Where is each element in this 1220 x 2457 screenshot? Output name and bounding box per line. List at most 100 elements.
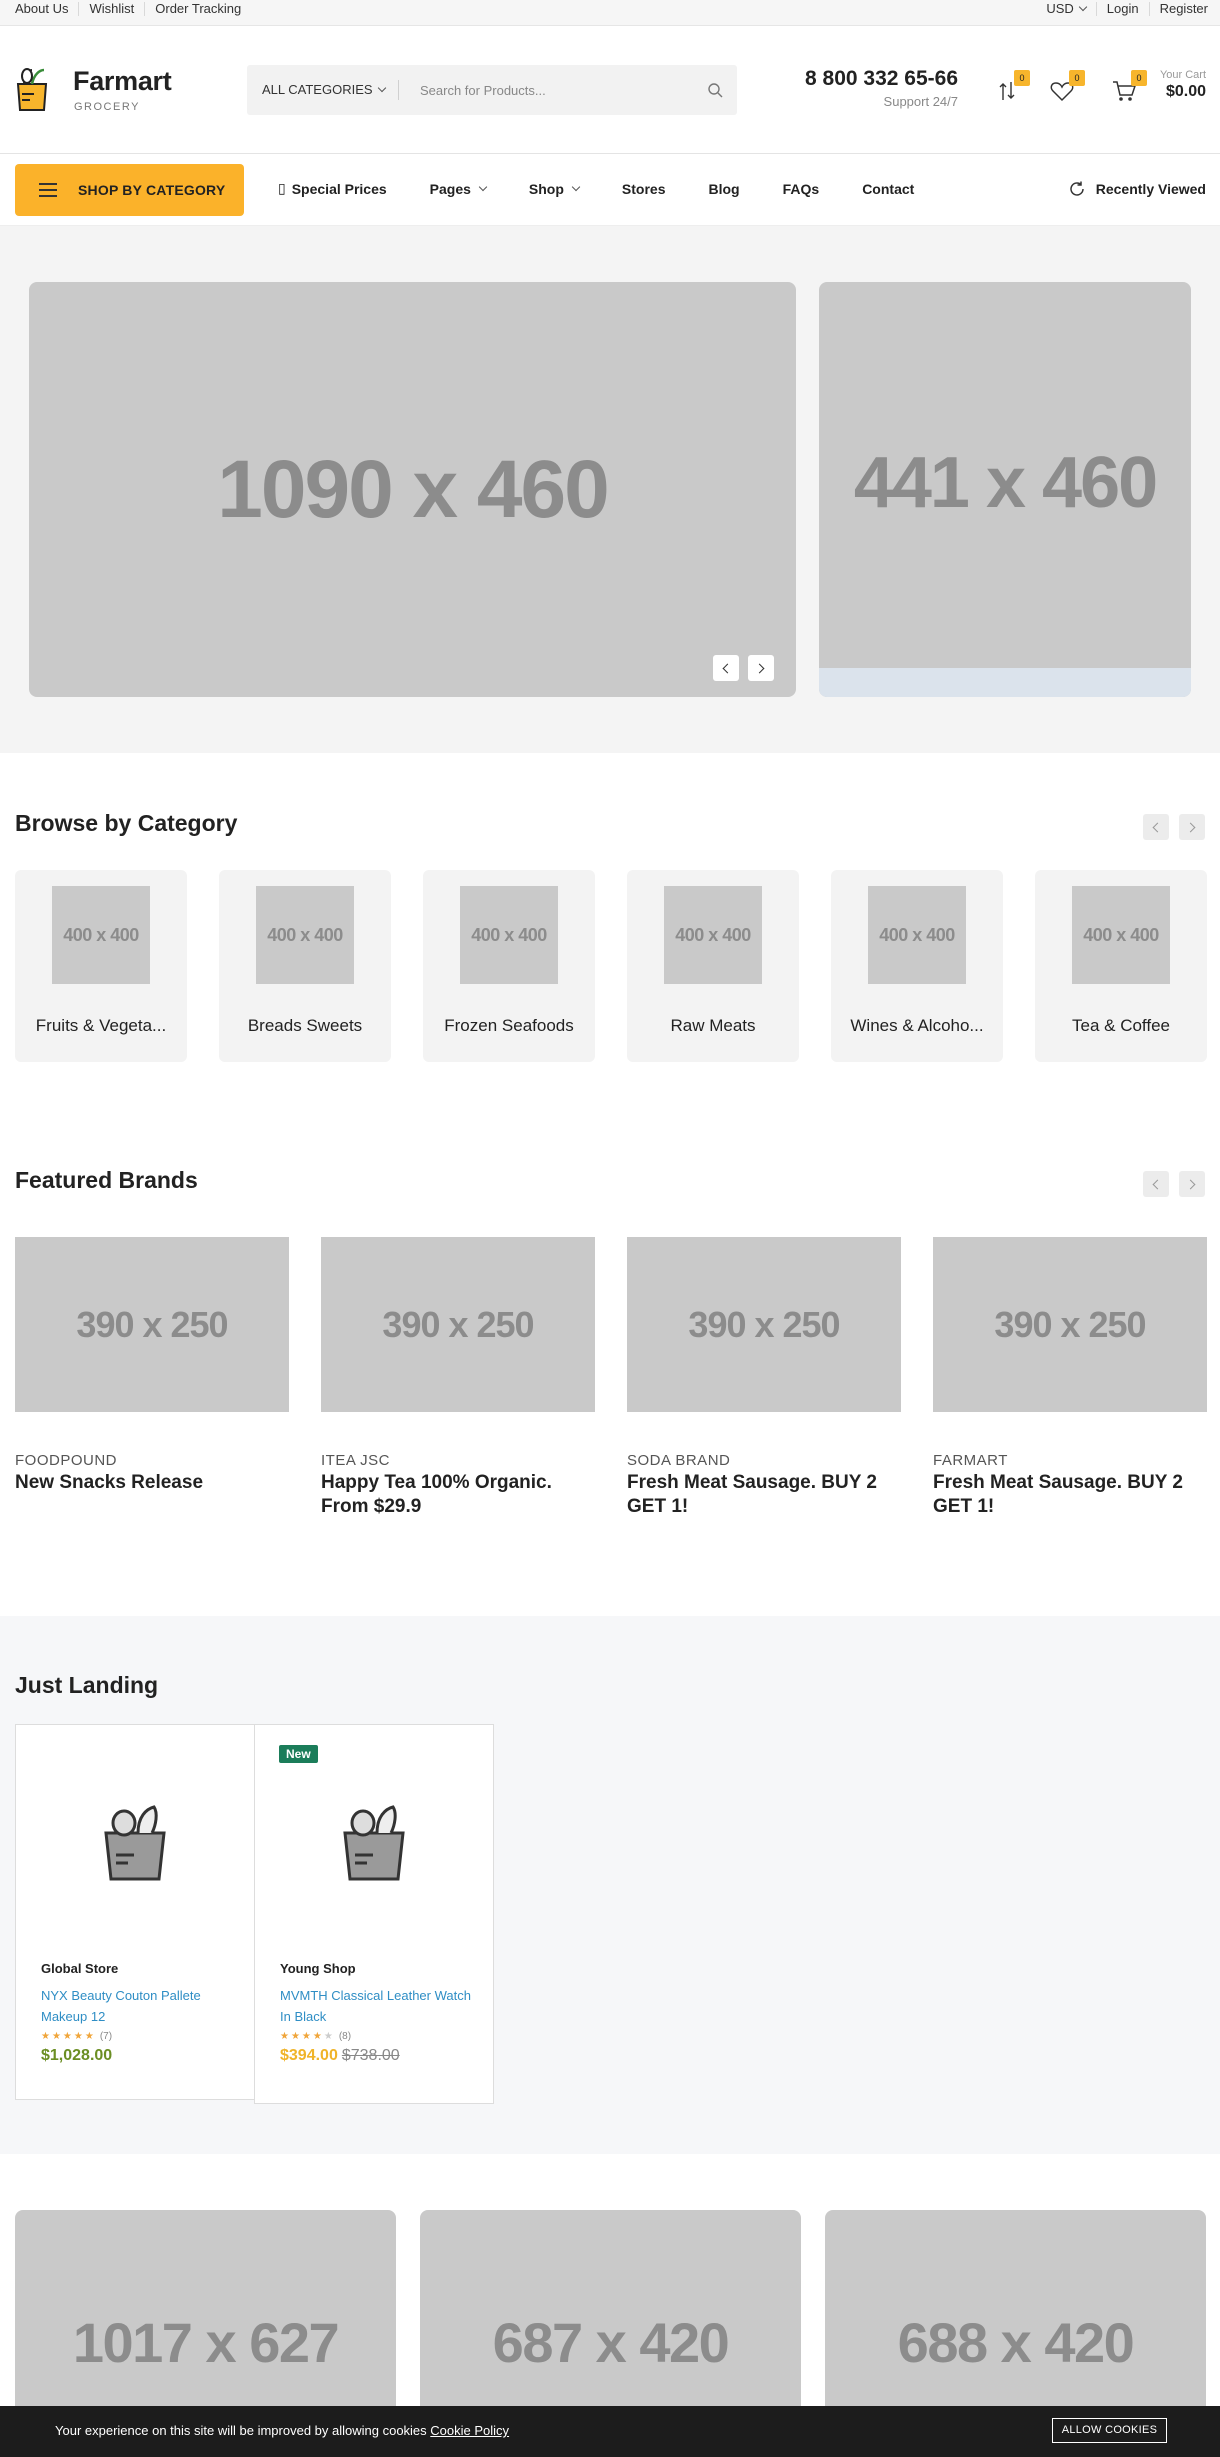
- nav-stores[interactable]: Stores: [622, 180, 666, 197]
- chevron-down-icon: [1078, 2, 1088, 12]
- category-card[interactable]: 400 x 400 Frozen Seafoods: [423, 870, 595, 1062]
- product-name[interactable]: MVMTH Classical Leather Watch In Black: [280, 1985, 480, 2027]
- brands-prev-button[interactable]: [1143, 1171, 1169, 1197]
- product-name[interactable]: NYX Beauty Couton Pallete Makeup 12: [41, 1985, 241, 2027]
- chevron-left-icon: [722, 663, 733, 673]
- category-name: Raw Meats: [670, 1016, 756, 1035]
- register-link[interactable]: Register: [1148, 2, 1208, 16]
- category-prev-button[interactable]: [1143, 814, 1169, 840]
- category-card[interactable]: 400 x 400 Fruits & Vegeta...: [15, 870, 187, 1062]
- browse-category-title: Browse by Category: [15, 810, 238, 836]
- brand-image: 390 x 250: [15, 1237, 289, 1412]
- about-us-link[interactable]: About Us: [15, 2, 80, 16]
- category-next-button[interactable]: [1179, 814, 1205, 840]
- brand-title[interactable]: New Snacks Release: [15, 1471, 289, 1495]
- brand-image: 390 x 250: [321, 1237, 595, 1412]
- search-category-select[interactable]: ALL CATEGORIES: [262, 82, 386, 97]
- nav-contact[interactable]: Contact: [862, 180, 914, 197]
- site-header: Farmart GROCERY ALL CATEGORIES 8 800 332…: [0, 26, 1220, 154]
- shop-by-category-button[interactable]: SHOP BY CATEGORY: [15, 164, 244, 216]
- nav-special-prices[interactable]: ▯ Special Prices: [278, 180, 387, 197]
- just-landing-section: Just Landing Global Store NYX Beauty Cou…: [0, 1616, 1220, 2154]
- phone-number[interactable]: 8 800 332 65-66: [805, 67, 958, 91]
- nav-shop[interactable]: Shop: [529, 180, 581, 197]
- brand-card[interactable]: 390 x 250 FARMART Fresh Meat Sausage. BU…: [933, 1237, 1207, 1519]
- hero-next-button[interactable]: [748, 655, 774, 681]
- brand-tag: FOODPOUND: [15, 1452, 117, 1469]
- chevron-left-icon: [1152, 822, 1163, 832]
- wishlist-count-badge: 0: [1069, 70, 1085, 86]
- brand-title[interactable]: Fresh Meat Sausage. BUY 2 GET 1!: [933, 1471, 1207, 1519]
- search-icon[interactable]: [707, 82, 723, 98]
- featured-brands-title: Featured Brands: [15, 1167, 198, 1193]
- brand-tag: FARMART: [933, 1452, 1008, 1469]
- product-store[interactable]: Global Store: [41, 1961, 118, 1976]
- hero-side-banner[interactable]: 441 x 460: [819, 282, 1191, 697]
- login-link[interactable]: Login: [1095, 2, 1149, 16]
- product-rating: ★★★★★ (8): [280, 2031, 351, 2042]
- compare-button[interactable]: 0: [994, 70, 1030, 104]
- allow-cookies-button[interactable]: ALLOW COOKIES: [1052, 2418, 1167, 2443]
- hero-prev-button[interactable]: [713, 655, 739, 681]
- product-price: $1,028.00: [41, 2047, 113, 2064]
- cookie-policy-link[interactable]: Cookie Policy: [430, 2423, 509, 2438]
- brand-card[interactable]: 390 x 250 ITEA JSC Happy Tea 100% Organi…: [321, 1237, 595, 1519]
- top-right: USD Login Register: [1036, 1, 1208, 17]
- chevron-down-icon: [377, 83, 386, 93]
- category-image: 400 x 400: [868, 886, 966, 984]
- tag-icon: ▯: [278, 180, 286, 196]
- order-tracking-link[interactable]: Order Tracking: [145, 2, 251, 16]
- nav-faqs[interactable]: FAQs: [783, 180, 820, 197]
- phone-block: 8 800 332 65-66 Support 24/7: [805, 67, 958, 109]
- product-card[interactable]: Global Store NYX Beauty Couton Pallete M…: [15, 1724, 255, 2100]
- category-card[interactable]: 400 x 400 Tea & Coffee: [1035, 870, 1207, 1062]
- wishlist-link[interactable]: Wishlist: [79, 2, 146, 16]
- main-nav: SHOP BY CATEGORY ▯ Special Prices Pages S…: [0, 154, 1220, 226]
- brand-title[interactable]: Happy Tea 100% Organic. From $29.9: [321, 1471, 595, 1519]
- banner-placeholder: 1017 x 627: [72, 2311, 340, 2374]
- brand-title[interactable]: Fresh Meat Sausage. BUY 2 GET 1!: [627, 1471, 901, 1519]
- brand-card[interactable]: 390 x 250 FOODPOUND New Snacks Release: [15, 1237, 289, 1495]
- product-rating: ★★★★★ (7): [41, 2031, 112, 2042]
- nav-blog[interactable]: Blog: [709, 180, 740, 197]
- nav-pages[interactable]: Pages: [430, 180, 488, 197]
- brand-card[interactable]: 390 x 250 SODA BRAND Fresh Meat Sausage.…: [627, 1237, 901, 1519]
- cart-button[interactable]: 0: [1111, 70, 1147, 104]
- product-card[interactable]: New Young Shop MVMTH Classical Leather W…: [254, 1724, 494, 2104]
- currency-select[interactable]: USD: [1036, 2, 1095, 16]
- grocery-bag-logo-icon[interactable]: [14, 66, 50, 112]
- brand-image: 390 x 250: [627, 1237, 901, 1412]
- star-icons: ★★★★★: [41, 2031, 96, 2042]
- menu-icon: [39, 183, 57, 197]
- category-card[interactable]: 400 x 400 Breads Sweets: [219, 870, 391, 1062]
- brands-next-button[interactable]: [1179, 1171, 1205, 1197]
- category-card[interactable]: 400 x 400 Raw Meats: [627, 870, 799, 1062]
- product-store[interactable]: Young Shop: [280, 1961, 356, 1976]
- cart-summary[interactable]: Your Cart $0.00: [1160, 69, 1206, 101]
- category-name: Tea & Coffee: [1072, 1016, 1170, 1035]
- hero-main-slider[interactable]: 1090 x 460: [29, 282, 796, 697]
- chevron-down-icon: [571, 182, 581, 191]
- wishlist-button[interactable]: 0: [1049, 70, 1085, 104]
- star-icons: ★★★★★: [280, 2031, 335, 2042]
- chevron-left-icon: [1152, 1179, 1163, 1189]
- brand-tag: ITEA JSC: [321, 1452, 391, 1469]
- new-badge: New: [279, 1745, 318, 1763]
- nav-menu: ▯ Special Prices Pages Shop Stores Blog F…: [278, 180, 957, 197]
- chevron-right-icon: [754, 663, 765, 673]
- search-input[interactable]: [420, 79, 680, 101]
- category-card[interactable]: 400 x 400 Wines & Alcoho...: [831, 870, 1003, 1062]
- refresh-icon: [1070, 181, 1084, 196]
- brand-image: 390 x 250: [933, 1237, 1207, 1412]
- cart-label: Your Cart: [1159, 69, 1206, 81]
- category-name: Fruits & Vegeta...: [35, 1016, 167, 1035]
- recently-viewed-button[interactable]: Recently Viewed: [1068, 180, 1206, 198]
- product-old-price: $738.00: [341, 2047, 400, 2064]
- top-links: About Us Wishlist Order Tracking: [15, 1, 251, 17]
- hero-side-placeholder: 441 x 460: [853, 443, 1158, 523]
- logo-name[interactable]: Farmart: [73, 66, 172, 97]
- search-bar: ALL CATEGORIES: [247, 65, 737, 115]
- grocery-basket-icon: [104, 1805, 166, 1881]
- hero-side-strip: [819, 668, 1191, 697]
- category-image: 400 x 400: [664, 886, 762, 984]
